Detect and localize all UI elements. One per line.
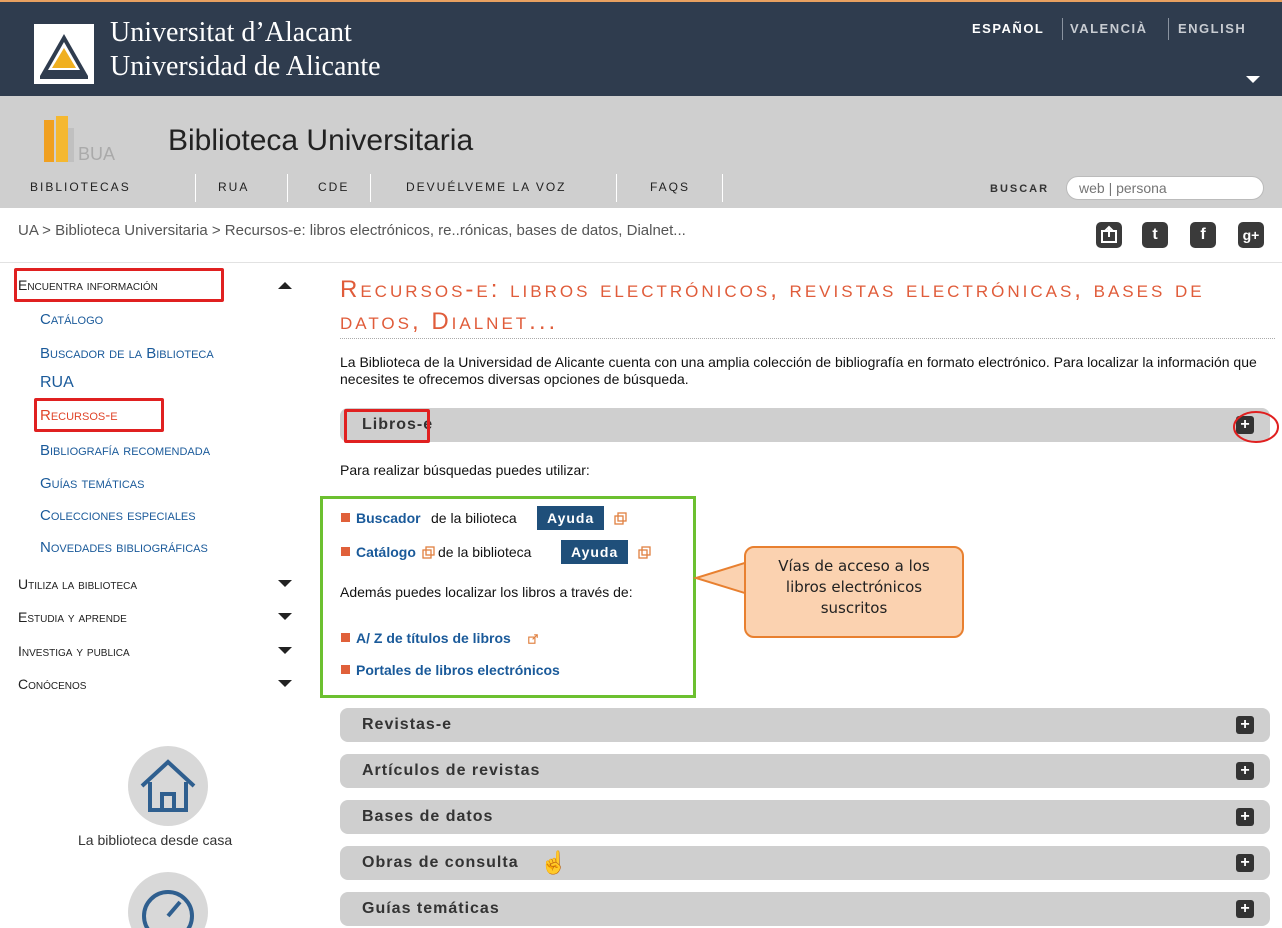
nav-rua[interactable]: RUA: [218, 180, 249, 194]
divider: [287, 174, 288, 202]
sidebar-section-utiliza[interactable]: Utiliza la biblioteca: [18, 576, 137, 592]
plus-icon[interactable]: +: [1236, 762, 1254, 780]
callout-join: [746, 562, 752, 596]
university-name[interactable]: Universitat d’Alacant Universidad de Ali…: [110, 16, 381, 84]
annotation-highlight: [14, 268, 224, 302]
page-title: Recursos-e: libros electrónicos, revista…: [340, 276, 1205, 335]
divider: [370, 174, 371, 202]
callout-line: Vías de acceso a los: [778, 557, 930, 575]
divider: [195, 174, 196, 202]
clock-icon[interactable]: [128, 872, 208, 928]
annotation-circle: [1233, 411, 1279, 443]
svg-text:BUA: BUA: [78, 144, 115, 162]
nav-cde[interactable]: CDE: [318, 180, 349, 194]
university-header: Universitat d’Alacant Universidad de Ali…: [0, 0, 1282, 96]
sidebar-item-guias[interactable]: Guías temáticas: [40, 475, 144, 492]
callout-line: suscritos: [820, 599, 888, 617]
nav-devuelveme-la-voz[interactable]: DEVUÉLVEME LA VOZ: [406, 180, 567, 194]
sidebar-item-bibliografia[interactable]: Bibliografía recomendada: [40, 442, 210, 459]
twitter-icon[interactable]: t: [1142, 222, 1168, 248]
sidebar-item-colecciones[interactable]: Colecciones especiales: [40, 507, 196, 524]
sidebar-item-rua[interactable]: RUA: [40, 374, 74, 392]
plus-icon[interactable]: +: [1236, 854, 1254, 872]
library-title[interactable]: Biblioteca Universitaria: [168, 124, 473, 158]
divider: [1062, 18, 1063, 40]
sidebar-section-conocenos[interactable]: Conócenos: [18, 676, 86, 692]
plus-icon[interactable]: +: [1236, 716, 1254, 734]
callout-line: libros electrónicos: [785, 578, 923, 596]
chevron-down-icon[interactable]: [1246, 76, 1260, 83]
callout-pointer: [692, 560, 748, 596]
breadcrumb[interactable]: UA > Biblioteca Universitaria > Recursos…: [18, 222, 686, 239]
hand-cursor-icon: ☝: [540, 850, 568, 875]
section-label: Bases de datos: [362, 808, 494, 825]
home-icon[interactable]: [128, 746, 208, 826]
university-name-line1: Universitat d’Alacant: [110, 17, 352, 48]
section-label: Artículos de revistas: [362, 762, 541, 779]
library-header: BUA Biblioteca Universitaria BIBLIOTECAS…: [0, 96, 1282, 208]
nav-faqs[interactable]: FAQS: [650, 180, 690, 194]
section-articulos[interactable]: Artículos de revistas +: [340, 754, 1270, 788]
university-name-line2: Universidad de Alicante: [110, 51, 381, 82]
section-revistas-e[interactable]: Revistas-e +: [340, 708, 1270, 742]
plus-icon[interactable]: +: [1236, 808, 1254, 826]
lang-espanol[interactable]: ESPAÑOL: [972, 18, 1044, 40]
divider: [722, 174, 723, 202]
nav-bibliotecas[interactable]: BIBLIOTECAS: [30, 180, 131, 194]
section-guias-tematicas[interactable]: Guías temáticas +: [340, 892, 1270, 926]
section-label: Obras de consulta: [362, 854, 519, 871]
section-bases-de-datos[interactable]: Bases de datos +: [340, 800, 1270, 834]
chevron-down-icon[interactable]: [278, 680, 292, 687]
google-plus-icon[interactable]: g+: [1238, 222, 1264, 248]
annotation-highlight: [344, 409, 430, 443]
libros-lead: Para realizar búsquedas puedes utilizar:: [340, 462, 590, 478]
chevron-down-icon[interactable]: [278, 647, 292, 654]
section-obras-de-consulta[interactable]: Obras de consulta +: [340, 846, 1270, 880]
divider: [616, 174, 617, 202]
section-label: Guías temáticas: [362, 900, 500, 917]
divider: [0, 262, 1282, 263]
sidebar-section-estudia[interactable]: Estudia y aprende: [18, 609, 127, 625]
annotation-highlight: [320, 496, 696, 698]
sidebar-item-novedades[interactable]: Novedades bibliográficas: [40, 539, 208, 556]
lang-valencia[interactable]: VALENCIÀ: [1070, 18, 1147, 40]
sidebar-section-investiga[interactable]: Investiga y publica: [18, 643, 130, 659]
search-label: BUSCAR: [990, 183, 1050, 195]
ua-logo-icon[interactable]: [34, 24, 94, 84]
chevron-down-icon[interactable]: [278, 580, 292, 587]
chevron-up-icon[interactable]: [278, 282, 292, 289]
annotation-callout: Vías de acceso a los libros electrónicos…: [744, 546, 964, 638]
sidebar-item-catalogo[interactable]: Catálogo: [40, 311, 103, 328]
section-label: Revistas-e: [362, 716, 453, 733]
home-caption[interactable]: La biblioteca desde casa: [78, 832, 232, 848]
annotation-highlight: [34, 398, 164, 432]
divider: [1168, 18, 1169, 40]
facebook-icon[interactable]: f: [1190, 222, 1216, 248]
share-icon[interactable]: [1096, 222, 1122, 248]
chevron-down-icon[interactable]: [278, 613, 292, 620]
sidebar-item-buscador[interactable]: Buscador de la Biblioteca: [40, 345, 214, 362]
search-input[interactable]: [1066, 176, 1264, 200]
divider: [340, 338, 1275, 339]
intro-text: La Biblioteca de la Universidad de Alica…: [340, 354, 1257, 387]
section-libros-e[interactable]: Libros-e +: [340, 408, 1270, 442]
plus-icon[interactable]: +: [1236, 900, 1254, 918]
bua-logo-icon[interactable]: BUA: [44, 116, 124, 162]
lang-english[interactable]: ENGLISH: [1178, 18, 1246, 40]
